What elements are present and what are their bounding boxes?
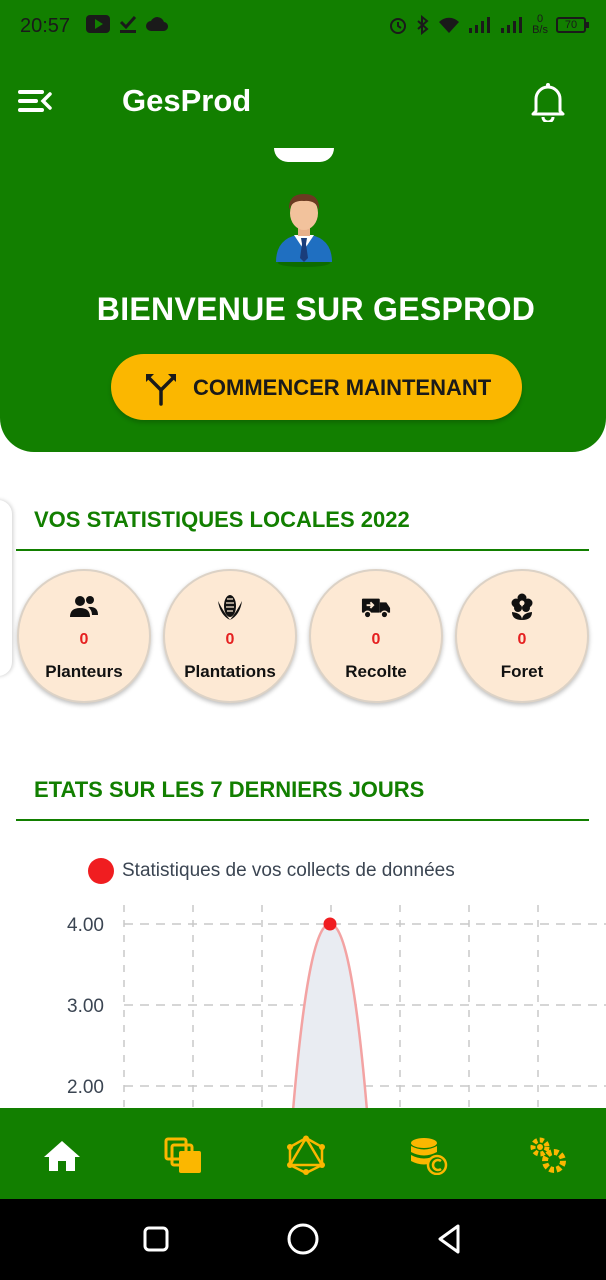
y-tick-label: 4.00	[67, 915, 104, 936]
collections-icon	[164, 1137, 201, 1173]
nav-database-sync[interactable]	[406, 1135, 450, 1176]
home-icon	[44, 1141, 80, 1171]
line-chart: 4.00 3.00 2.00	[67, 905, 606, 1108]
recent-apps-button[interactable]	[138, 1221, 174, 1257]
system-home-button[interactable]	[285, 1221, 321, 1257]
stat-value-planteurs: 0	[79, 631, 89, 648]
stats-divider	[16, 549, 589, 551]
hero-banner: BIENVENUE SUR GESPROD COMMENCER MAINTENA…	[0, 148, 606, 452]
youtube-icon	[86, 15, 110, 33]
signal-icon	[469, 17, 491, 33]
check-icon	[119, 15, 137, 33]
truck-icon	[361, 598, 391, 619]
bluetooth-icon	[417, 15, 429, 35]
menu-collapse-icon	[18, 90, 52, 112]
database-sync-icon	[411, 1138, 448, 1176]
stat-value-plantations: 0	[225, 631, 235, 648]
status-bar: 20:57 0 B/s 70	[0, 0, 606, 56]
status-notification-icons	[86, 14, 168, 34]
stat-value-foret: 0	[517, 631, 527, 648]
nav-settings[interactable]	[526, 1135, 570, 1175]
stat-label-plantations: Plantations	[184, 662, 276, 681]
welcome-title: BIENVENUE SUR GESPROD	[96, 291, 536, 327]
flower-icon	[511, 593, 533, 620]
status-system-icons: 0 B/s 70	[388, 14, 589, 36]
recent-apps-icon	[143, 1226, 169, 1252]
network-speed: 0 B/s	[532, 14, 548, 36]
corn-icon	[218, 595, 242, 620]
stat-card-plantations[interactable]: 0 Plantations	[163, 569, 297, 703]
notifications-button[interactable]	[528, 80, 568, 124]
user-avatar-icon	[276, 194, 332, 267]
hero-notch	[274, 148, 334, 162]
fork-arrows-icon	[146, 374, 176, 406]
stat-card-planteurs[interactable]: 0 Planteurs	[17, 569, 151, 703]
nav-network[interactable]	[284, 1135, 328, 1175]
people-icon	[70, 596, 98, 617]
app-bar: GesProd	[0, 56, 606, 148]
chart-divider	[16, 819, 589, 821]
stat-label-foret: Foret	[500, 662, 544, 681]
battery-indicator: 70	[556, 17, 589, 33]
stat-label-recolte: Recolte	[345, 662, 407, 681]
stat-card-recolte[interactable]: 0 Recolte	[309, 569, 443, 703]
app-title: GesProd	[122, 83, 252, 118]
stat-label-planteurs: Planteurs	[45, 662, 123, 681]
alarm-icon	[390, 18, 407, 34]
stats-section-title: VOS STATISTIQUES LOCALES 2022	[34, 507, 410, 532]
start-now-label: COMMENCER MAINTENANT	[193, 375, 492, 400]
cloud-icon	[146, 17, 168, 32]
stat-value-recolte: 0	[371, 631, 381, 648]
bottom-navigation	[0, 1108, 606, 1199]
series-point	[323, 917, 337, 931]
wifi-icon	[439, 17, 460, 33]
back-icon	[438, 1224, 460, 1254]
back-button[interactable]	[432, 1221, 468, 1257]
nav-collections[interactable]	[162, 1135, 206, 1175]
y-tick-label: 2.00	[67, 1077, 104, 1098]
stat-card-foret[interactable]: 0 Foret	[455, 569, 589, 703]
screen: 20:57 0 B/s 70 GesProd BIENVENUE SUR GES…	[0, 0, 606, 1280]
system-navigation-bar	[0, 1199, 606, 1280]
signal-2-icon	[501, 17, 523, 33]
drawer-edge-handle[interactable]	[0, 500, 12, 676]
home-circle-icon	[287, 1223, 319, 1255]
start-now-button[interactable]: COMMENCER MAINTENANT	[111, 354, 522, 420]
bell-icon	[531, 83, 565, 124]
y-tick-label: 3.00	[67, 996, 104, 1017]
settings-icon	[530, 1137, 566, 1173]
network-icon	[287, 1135, 325, 1175]
nav-home[interactable]	[40, 1135, 84, 1175]
menu-button[interactable]	[16, 84, 54, 118]
status-time: 20:57	[20, 15, 71, 37]
chart-section-title: ETATS SUR LES 7 DERNIERS JOURS	[34, 777, 425, 802]
network-speed-unit: B/s	[532, 24, 548, 36]
